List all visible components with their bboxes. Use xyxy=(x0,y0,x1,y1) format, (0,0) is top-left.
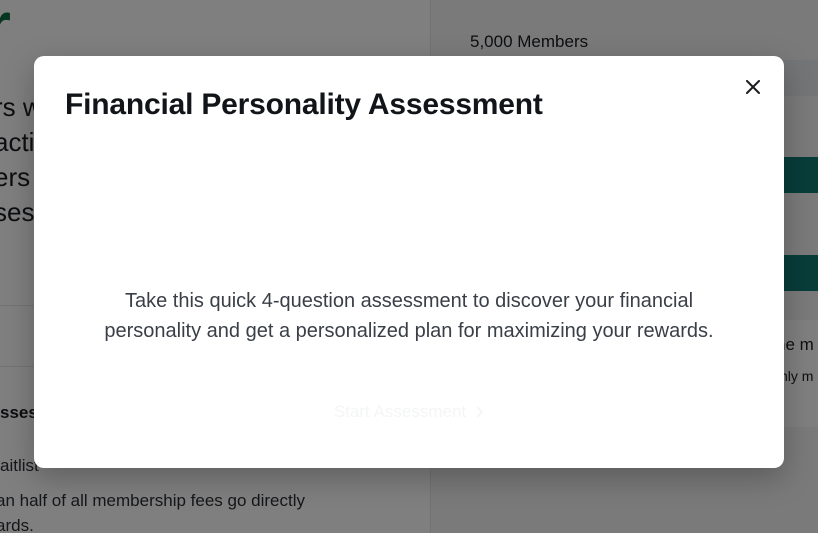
assessment-modal: Financial Personality Assessment Take th… xyxy=(34,56,784,468)
start-assessment-label: Start Assessment xyxy=(333,402,467,421)
modal-description: Take this quick 4-question assessment to… xyxy=(104,290,714,342)
modal-title: Financial Personality Assessment xyxy=(65,88,543,121)
start-assessment-button[interactable]: Start Assessment xyxy=(302,396,516,428)
close-button[interactable] xyxy=(740,74,766,100)
arrow-right-icon xyxy=(476,406,484,418)
close-icon xyxy=(746,80,760,94)
